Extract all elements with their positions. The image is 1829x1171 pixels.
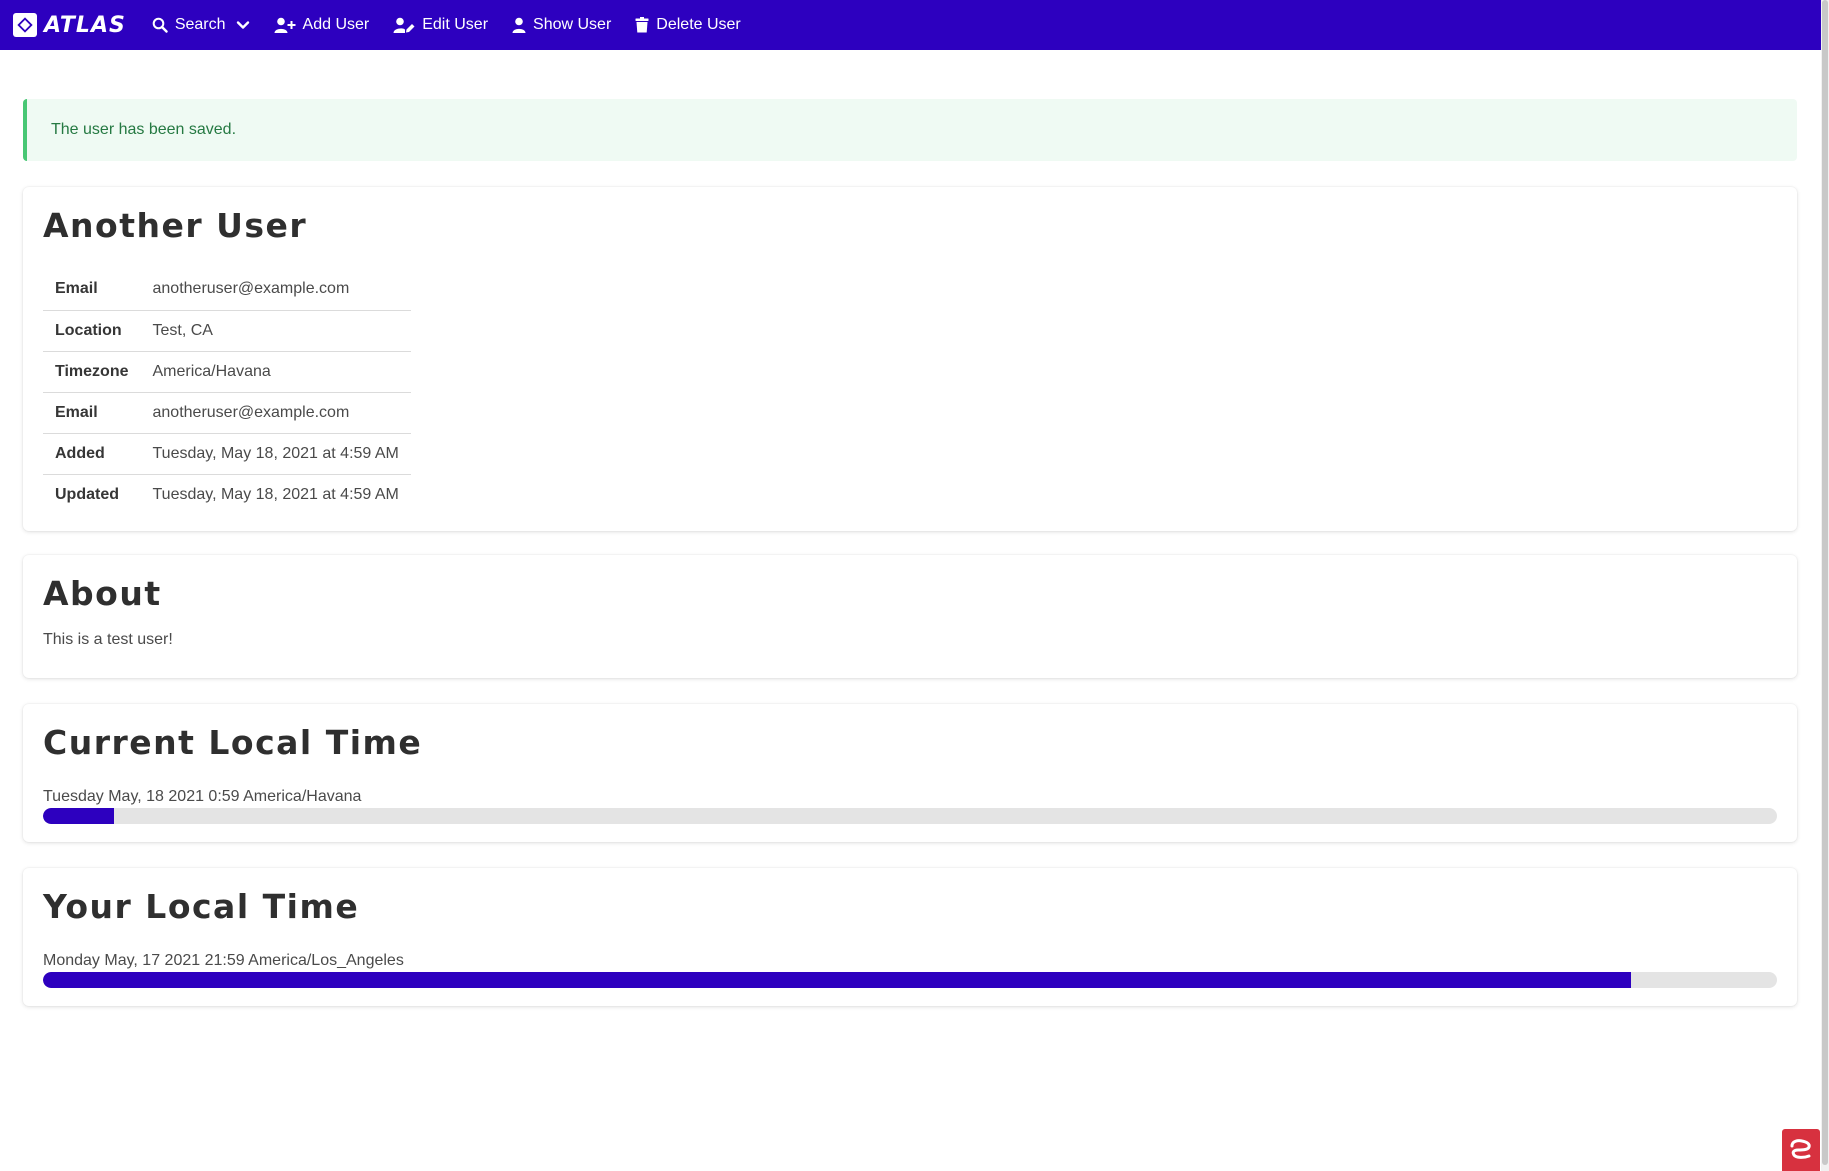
table-row: Email anotheruser@example.com	[43, 391, 411, 433]
field-label: Added	[43, 432, 141, 474]
nav-add-user[interactable]: Add User	[274, 16, 370, 34]
trash-icon	[635, 17, 649, 33]
corner-debug-widget[interactable]	[1782, 1129, 1820, 1171]
table-row: Added Tuesday, May 18, 2021 at 4:59 AM	[43, 432, 411, 474]
user-plus-icon	[274, 17, 296, 33]
nav-show-user[interactable]: Show User	[512, 16, 611, 34]
field-label: Timezone	[43, 350, 141, 392]
current-time-progress-bar	[43, 808, 1777, 824]
nav-delete-user[interactable]: Delete User	[635, 16, 741, 34]
table-row: Timezone America/Havana	[43, 350, 411, 392]
app-badge-icon	[1790, 1139, 1811, 1159]
nav-search-dropdown[interactable]: Search	[152, 16, 250, 34]
brand-link[interactable]: ATLAS	[13, 13, 126, 38]
about-heading: About	[43, 574, 162, 613]
field-value: anotheruser@example.com	[152, 280, 350, 298]
nav-edit-user-label: Edit User	[422, 16, 489, 33]
scrollbar-thumb[interactable]	[1822, 0, 1828, 1165]
search-icon	[152, 17, 168, 33]
field-label: Email	[55, 280, 98, 298]
field-value: Tuesday, May 18, 2021 at 4:59 AM	[140, 473, 411, 515]
user-edit-icon	[393, 17, 415, 33]
current-time-progress-fill	[43, 808, 115, 824]
chevron-down-icon	[236, 21, 249, 29]
page-scrollbar[interactable]	[1821, 0, 1829, 1171]
nav-show-user-label: Show User	[533, 16, 612, 33]
top-navbar: ATLAS Search Add User Edit User Show Use…	[0, 0, 1821, 50]
your-local-time-label: Monday May, 17 2021 21:59 America/Los_An…	[43, 952, 404, 969]
user-icon	[512, 17, 526, 33]
nav-delete-user-label: Delete User	[656, 16, 741, 33]
current-local-time-label: Tuesday May, 18 2021 0:59 America/Havana	[43, 788, 362, 805]
field-value: Tuesday, May 18, 2021 at 4:59 AM	[140, 432, 411, 474]
atlas-logo-icon	[13, 13, 37, 37]
success-message: The user has been saved.	[51, 121, 237, 138]
your-local-time-heading: Your Local Time	[43, 887, 360, 926]
field-value: anotheruser@example.com	[140, 391, 411, 433]
table-row: Location Test, CA	[43, 309, 411, 351]
field-label: Location	[43, 309, 141, 351]
field-value: Test, CA	[140, 309, 411, 351]
nav-edit-user[interactable]: Edit User	[393, 16, 488, 34]
about-card: About This is a test user!	[23, 555, 1797, 678]
field-value: America/Havana	[140, 350, 411, 392]
your-time-progress-fill	[43, 972, 1632, 988]
your-local-time-card: Your Local Time Monday May, 17 2021 21:5…	[23, 868, 1797, 1006]
current-local-time-heading: Current Local Time	[43, 723, 423, 762]
your-time-progress-bar	[43, 972, 1777, 988]
table-row: Email anotheruser@example.com	[43, 269, 411, 310]
about-text: This is a test user!	[43, 631, 173, 648]
field-label: Email	[43, 391, 141, 433]
success-notification: The user has been saved.	[23, 99, 1797, 161]
nav-search-label: Search	[174, 16, 226, 33]
user-details-card: Another User Email anotheruser@example.c…	[23, 187, 1797, 531]
brand-name: ATLAS	[44, 12, 126, 38]
table-row: Updated Tuesday, May 18, 2021 at 4:59 AM	[43, 473, 411, 515]
field-label: Updated	[43, 473, 141, 515]
nav-add-user-label: Add User	[302, 16, 370, 33]
user-name-heading: Another User	[43, 206, 308, 245]
user-info-table: Email anotheruser@example.com Location T…	[43, 269, 411, 515]
current-local-time-card: Current Local Time Tuesday May, 18 2021 …	[23, 704, 1797, 842]
